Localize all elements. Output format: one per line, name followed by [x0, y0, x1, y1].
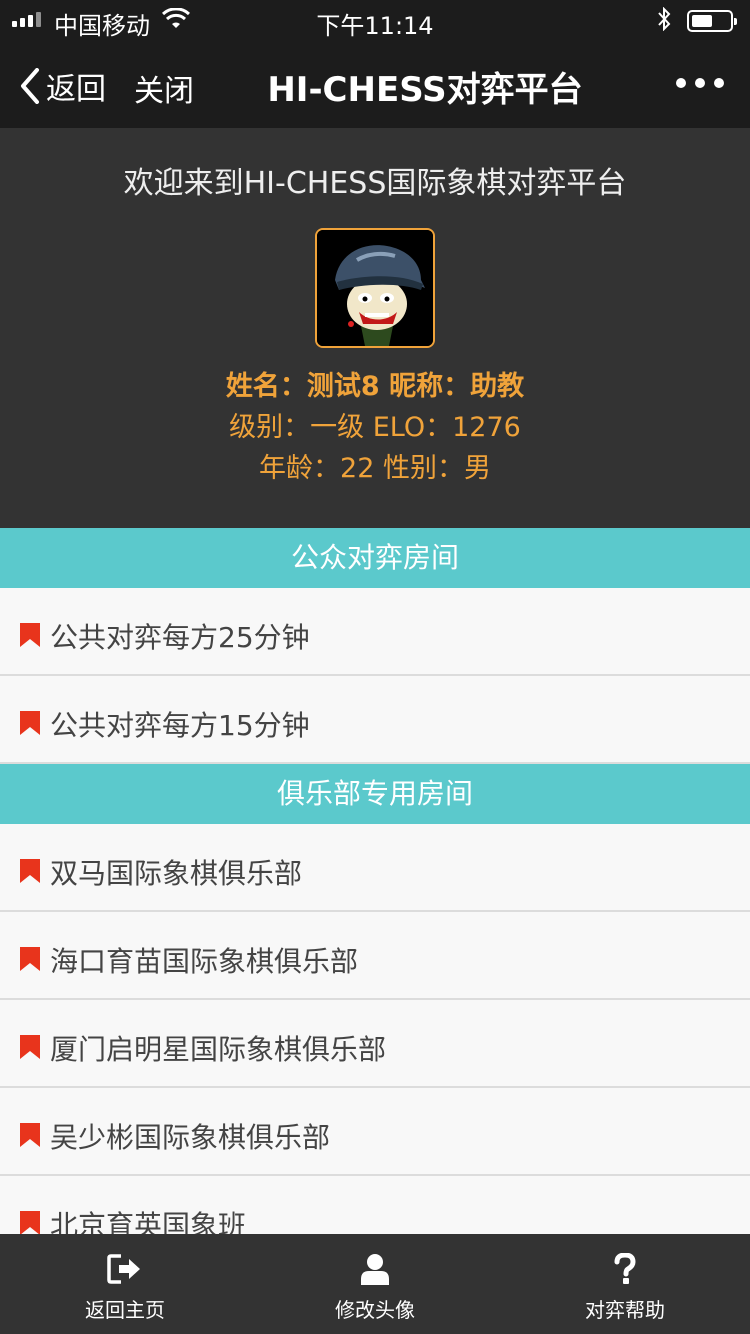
room-label: 公共对弈每方25分钟: [50, 621, 310, 654]
page-title: HI-CHESS对弈平台: [267, 70, 583, 110]
bookmark-icon: [20, 947, 40, 975]
bookmark-icon: [20, 1123, 40, 1151]
status-time: 下午11:14: [316, 12, 434, 40]
profile-panel: 欢迎来到HI-CHESS国际象棋对弈平台 姓名：测试8 昵称：助教 级别：一级 …: [0, 128, 750, 528]
avatar: [315, 228, 435, 348]
tab-avatar[interactable]: 修改头像: [250, 1234, 500, 1334]
list-item[interactable]: 北京育英国象班: [0, 1176, 750, 1234]
battery-icon: [687, 10, 737, 32]
tab-help[interactable]: 对弈帮助: [500, 1234, 750, 1334]
status-bar: 中国移动 下午11:14: [0, 0, 750, 40]
level-elo: 级别：一级 ELO：1276: [229, 412, 521, 443]
list-item[interactable]: 海口育苗国际象棋俱乐部: [0, 912, 750, 1000]
room-label: 双马国际象棋俱乐部: [50, 857, 303, 890]
bottom-tab-bar: 返回主页 修改头像 对弈帮助: [0, 1234, 750, 1334]
room-label: 厦门启明星国际象棋俱乐部: [50, 1033, 387, 1066]
bookmark-icon: [20, 623, 40, 651]
list-item[interactable]: 双马国际象棋俱乐部: [0, 824, 750, 912]
welcome-text: 欢迎来到HI-CHESS国际象棋对弈平台: [123, 166, 627, 201]
tab-avatar-label: 修改头像: [335, 1298, 415, 1322]
bookmark-icon: [20, 711, 40, 739]
room-label: 吴少彬国际象棋俱乐部: [50, 1121, 331, 1154]
tab-home-label: 返回主页: [85, 1298, 165, 1322]
room-label: 北京育英国象班: [50, 1209, 247, 1234]
nav-bar: 返回 关闭 HI-CHESS对弈平台: [0, 40, 750, 128]
user-icon: [360, 1252, 390, 1286]
bluetooth-icon: [656, 6, 672, 37]
question-icon: [613, 1252, 637, 1286]
list-item[interactable]: 公共对弈每方25分钟: [0, 588, 750, 676]
room-label: 海口育苗国际象棋俱乐部: [50, 945, 359, 978]
bookmark-icon: [20, 859, 40, 887]
bookmark-icon: [20, 1035, 40, 1063]
list-item[interactable]: 公共对弈每方15分钟: [0, 676, 750, 764]
list-item[interactable]: 吴少彬国际象棋俱乐部: [0, 1088, 750, 1176]
list-item[interactable]: 厦门启明星国际象棋俱乐部: [0, 1000, 750, 1088]
tab-help-label: 对弈帮助: [585, 1298, 665, 1322]
public-rooms-header: 公众对弈房间: [0, 528, 750, 588]
more-options-icon[interactable]: [676, 78, 724, 88]
bookmark-icon: [20, 1211, 40, 1234]
tab-home[interactable]: 返回主页: [0, 1234, 250, 1334]
name-nickname: 姓名：测试8 昵称：助教: [225, 371, 525, 402]
room-label: 公共对弈每方15分钟: [50, 709, 310, 742]
age-gender: 年龄：22 性别：男: [259, 453, 491, 484]
club-rooms-header: 俱乐部专用房间: [0, 764, 750, 824]
exit-icon: [107, 1252, 143, 1286]
